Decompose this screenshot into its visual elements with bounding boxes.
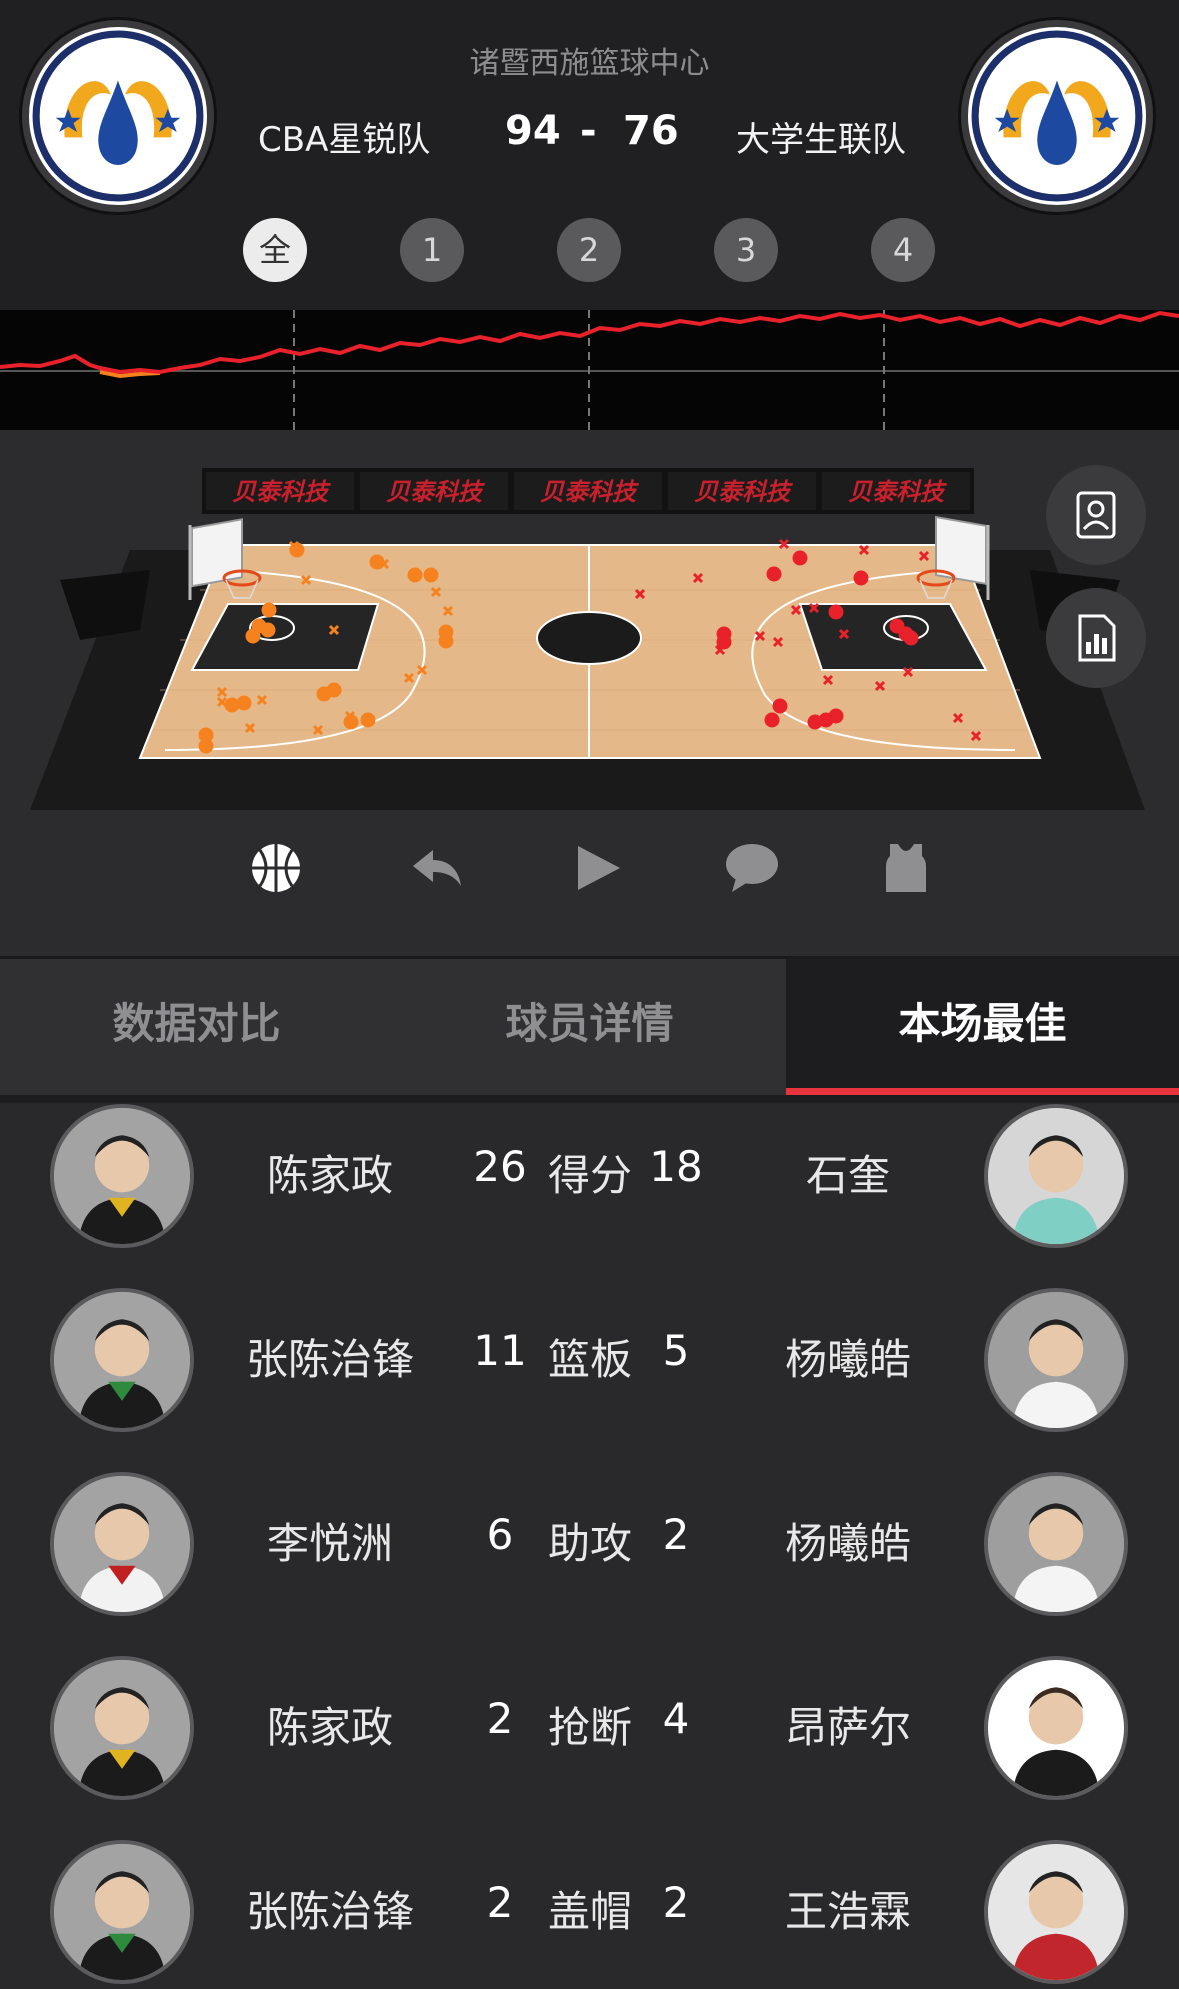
stat-label: 得分 (547, 1151, 632, 1200)
stat-label: 抢断 (547, 1703, 632, 1752)
home-stat-value: 2 (486, 1878, 514, 1927)
home-score: 94 (505, 108, 561, 154)
away-team-name: 大学生联队 (736, 120, 906, 160)
sponsor-text-2: 贝泰科技 (386, 478, 485, 506)
away-player-name: 杨曦皓 (784, 1335, 911, 1384)
home-stat-value: 6 (486, 1510, 514, 1559)
sponsor-text-1: 贝泰科技 (232, 478, 331, 506)
away-player-avatar[interactable] (984, 1656, 1128, 1800)
period-tab-2[interactable]: 2 (557, 218, 621, 282)
away-score: 76 (623, 108, 679, 154)
home-stat-value: 11 (473, 1326, 527, 1375)
home-player-name: 李悦洲 (266, 1519, 393, 1568)
home-player-avatar[interactable] (50, 1472, 194, 1616)
away-stat-value: 5 (662, 1326, 690, 1375)
away-player-name: 石奎 (805, 1151, 890, 1200)
sponsor-text-5: 贝泰科技 (848, 478, 947, 506)
home-player-name: 陈家政 (266, 1151, 393, 1200)
period-selector: 全 1 2 3 4 (0, 218, 1179, 282)
away-player-avatar[interactable] (984, 1840, 1128, 1984)
home-team-name: CBA星锐队 (258, 120, 431, 160)
tab-player-details[interactable]: 球员详情 (393, 959, 786, 1095)
tabs-shadow (0, 1095, 1179, 1103)
stats-chart-icon (1078, 614, 1116, 662)
comment-icon (726, 844, 778, 892)
away-stat-value: 2 (662, 1878, 690, 1927)
home-player-name: 张陈治锋 (245, 1887, 414, 1936)
stats-chart-button[interactable] (1046, 588, 1146, 688)
period-tab-1[interactable]: 1 (400, 218, 464, 282)
player-card-icon (1076, 491, 1116, 539)
tab-best-players[interactable]: 本场最佳 (786, 959, 1179, 1095)
away-player-name: 王浩霖 (784, 1887, 911, 1936)
away-stat-value: 18 (649, 1142, 703, 1191)
replay-icon (413, 850, 461, 886)
replay-button[interactable] (409, 840, 465, 896)
away-player-avatar[interactable] (984, 1288, 1128, 1432)
jersey-icon (886, 844, 926, 892)
match-header: 诸暨西施篮球中心 CBA星锐队 94 - 76 大学生联队 全 1 2 3 4 (0, 0, 1179, 310)
home-player-avatar[interactable] (50, 1288, 194, 1432)
basketball-icon (252, 844, 300, 892)
basketball-filter-button[interactable] (248, 840, 304, 896)
center-circle (536, 611, 642, 665)
home-player-avatar[interactable] (50, 1104, 194, 1248)
away-player-name: 昂萨尔 (784, 1703, 911, 1752)
home-player-name: 陈家政 (266, 1703, 393, 1752)
home-player-name: 张陈治锋 (245, 1335, 414, 1384)
best-row-steals: 陈家政 2 抢断 4 昂萨尔 (0, 1656, 1179, 1840)
away-player-name: 杨曦皓 (784, 1519, 911, 1568)
home-stat-value: 2 (486, 1694, 514, 1743)
play-button[interactable] (570, 840, 626, 896)
away-player-avatar[interactable] (984, 1472, 1128, 1616)
away-player-avatar[interactable] (984, 1104, 1128, 1248)
away-stat-value: 4 (662, 1694, 690, 1743)
play-icon (578, 846, 620, 890)
score-separator: - (580, 108, 597, 154)
venue-name: 诸暨西施篮球中心 (469, 46, 710, 81)
home-stat-value: 26 (473, 1142, 527, 1191)
comment-button[interactable] (724, 840, 780, 896)
best-row-rebounds: 张陈治锋 11 篮板 5 杨曦皓 (0, 1288, 1179, 1472)
stat-label: 助攻 (547, 1519, 632, 1568)
stat-label: 盖帽 (547, 1887, 632, 1936)
away-stat-value: 2 (662, 1510, 690, 1559)
tab-data-compare[interactable]: 数据对比 (0, 959, 393, 1095)
period-tab-all[interactable]: 全 (243, 218, 307, 282)
detail-tabs: 数据对比 球员详情 本场最佳 (0, 959, 1179, 1095)
best-row-blocks: 张陈治锋 2 盖帽 2 王浩霖 (0, 1840, 1179, 1989)
sponsor-text-3: 贝泰科技 (540, 478, 639, 506)
sponsor-banners: 贝泰科技 贝泰科技 贝泰科技 贝泰科技 贝泰科技 (202, 468, 974, 514)
score-trend-chart (0, 310, 1179, 430)
sponsor-text-4: 贝泰科技 (694, 478, 793, 506)
stat-label: 篮板 (547, 1335, 632, 1384)
jersey-button[interactable] (878, 840, 934, 896)
period-tab-3[interactable]: 3 (714, 218, 778, 282)
home-player-avatar[interactable] (50, 1840, 194, 1984)
home-player-avatar[interactable] (50, 1656, 194, 1800)
best-row-points: 陈家政 26 得分 18 石奎 (0, 1104, 1179, 1288)
player-card-button[interactable] (1046, 465, 1146, 565)
period-tab-4[interactable]: 4 (871, 218, 935, 282)
best-row-assists: 李悦洲 6 助攻 2 杨曦皓 (0, 1472, 1179, 1656)
